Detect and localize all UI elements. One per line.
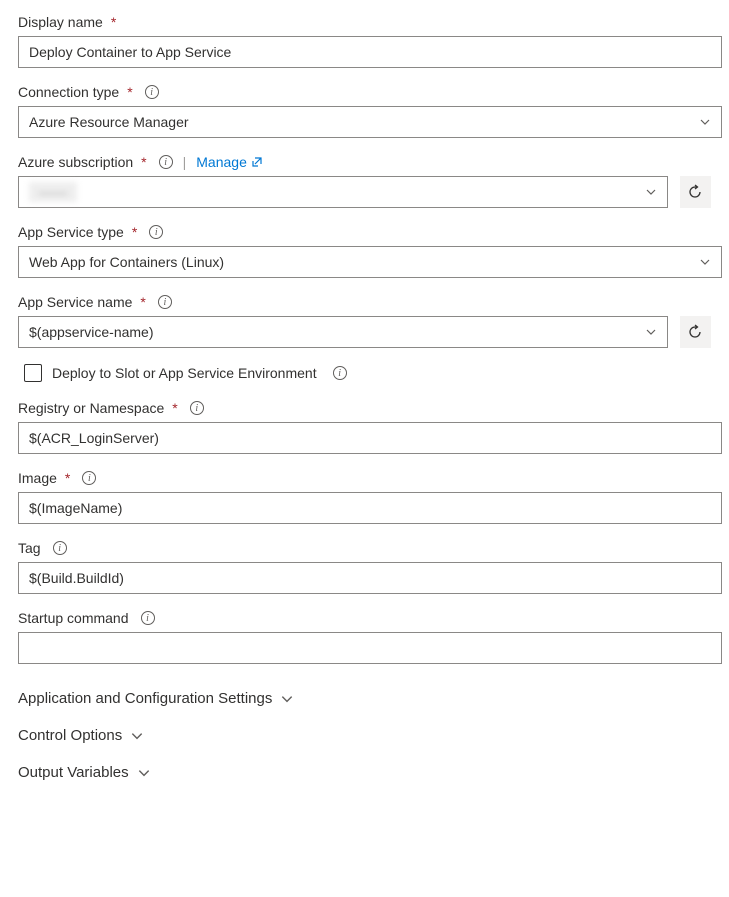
info-icon[interactable]: i [82,471,96,485]
required-asterisk: * [111,14,116,30]
info-icon[interactable]: i [145,85,159,99]
connection-type-dropdown[interactable]: Azure Resource Manager [18,106,722,138]
app-service-type-value: Web App for Containers (Linux) [29,254,224,270]
startup-command-input[interactable] [18,632,722,664]
refresh-subscription-button[interactable] [680,176,711,208]
image-label: Image [18,470,57,486]
azure-subscription-value: —— [29,182,77,202]
app-service-type-dropdown[interactable]: Web App for Containers (Linux) [18,246,722,278]
required-asterisk: * [140,294,145,310]
refresh-appservice-button[interactable] [680,316,711,348]
chevron-down-icon [280,692,294,706]
info-icon[interactable]: i [190,401,204,415]
required-asterisk: * [65,470,70,486]
required-asterisk: * [172,400,177,416]
refresh-icon [687,324,703,340]
required-asterisk: * [141,154,146,170]
required-asterisk: * [132,224,137,240]
connection-type-value: Azure Resource Manager [29,114,189,130]
info-icon[interactable]: i [333,366,347,380]
external-link-icon [251,156,263,168]
required-asterisk: * [127,84,132,100]
display-name-label: Display name [18,14,103,30]
chevron-down-icon [645,186,657,198]
info-icon[interactable]: i [149,225,163,239]
connection-type-label: Connection type [18,84,119,100]
info-icon[interactable]: i [141,611,155,625]
info-icon[interactable]: i [159,155,173,169]
refresh-icon [687,184,703,200]
registry-label: Registry or Namespace [18,400,164,416]
section-app-config[interactable]: Application and Configuration Settings [18,680,711,717]
app-service-type-label: App Service type [18,224,124,240]
deploy-slot-checkbox[interactable] [24,364,42,382]
chevron-down-icon [137,766,151,780]
chevron-down-icon [130,729,144,743]
startup-command-label: Startup command [18,610,129,626]
chevron-down-icon [699,116,711,128]
info-icon[interactable]: i [158,295,172,309]
azure-subscription-label: Azure subscription [18,154,133,170]
tag-input[interactable] [18,562,722,594]
app-service-name-value: $(appservice-name) [29,324,154,340]
image-input[interactable] [18,492,722,524]
info-icon[interactable]: i [53,541,67,555]
tag-label: Tag [18,540,41,556]
separator: | [183,154,187,170]
section-control-options[interactable]: Control Options [18,717,711,754]
display-name-input[interactable] [18,36,722,68]
app-service-name-label: App Service name [18,294,132,310]
app-service-name-dropdown[interactable]: $(appservice-name) [18,316,668,348]
manage-link[interactable]: Manage [196,154,263,170]
chevron-down-icon [645,326,657,338]
section-output-variables[interactable]: Output Variables [18,754,711,791]
deploy-slot-label: Deploy to Slot or App Service Environmen… [52,365,317,381]
chevron-down-icon [699,256,711,268]
registry-input[interactable] [18,422,722,454]
azure-subscription-dropdown[interactable]: —— [18,176,668,208]
